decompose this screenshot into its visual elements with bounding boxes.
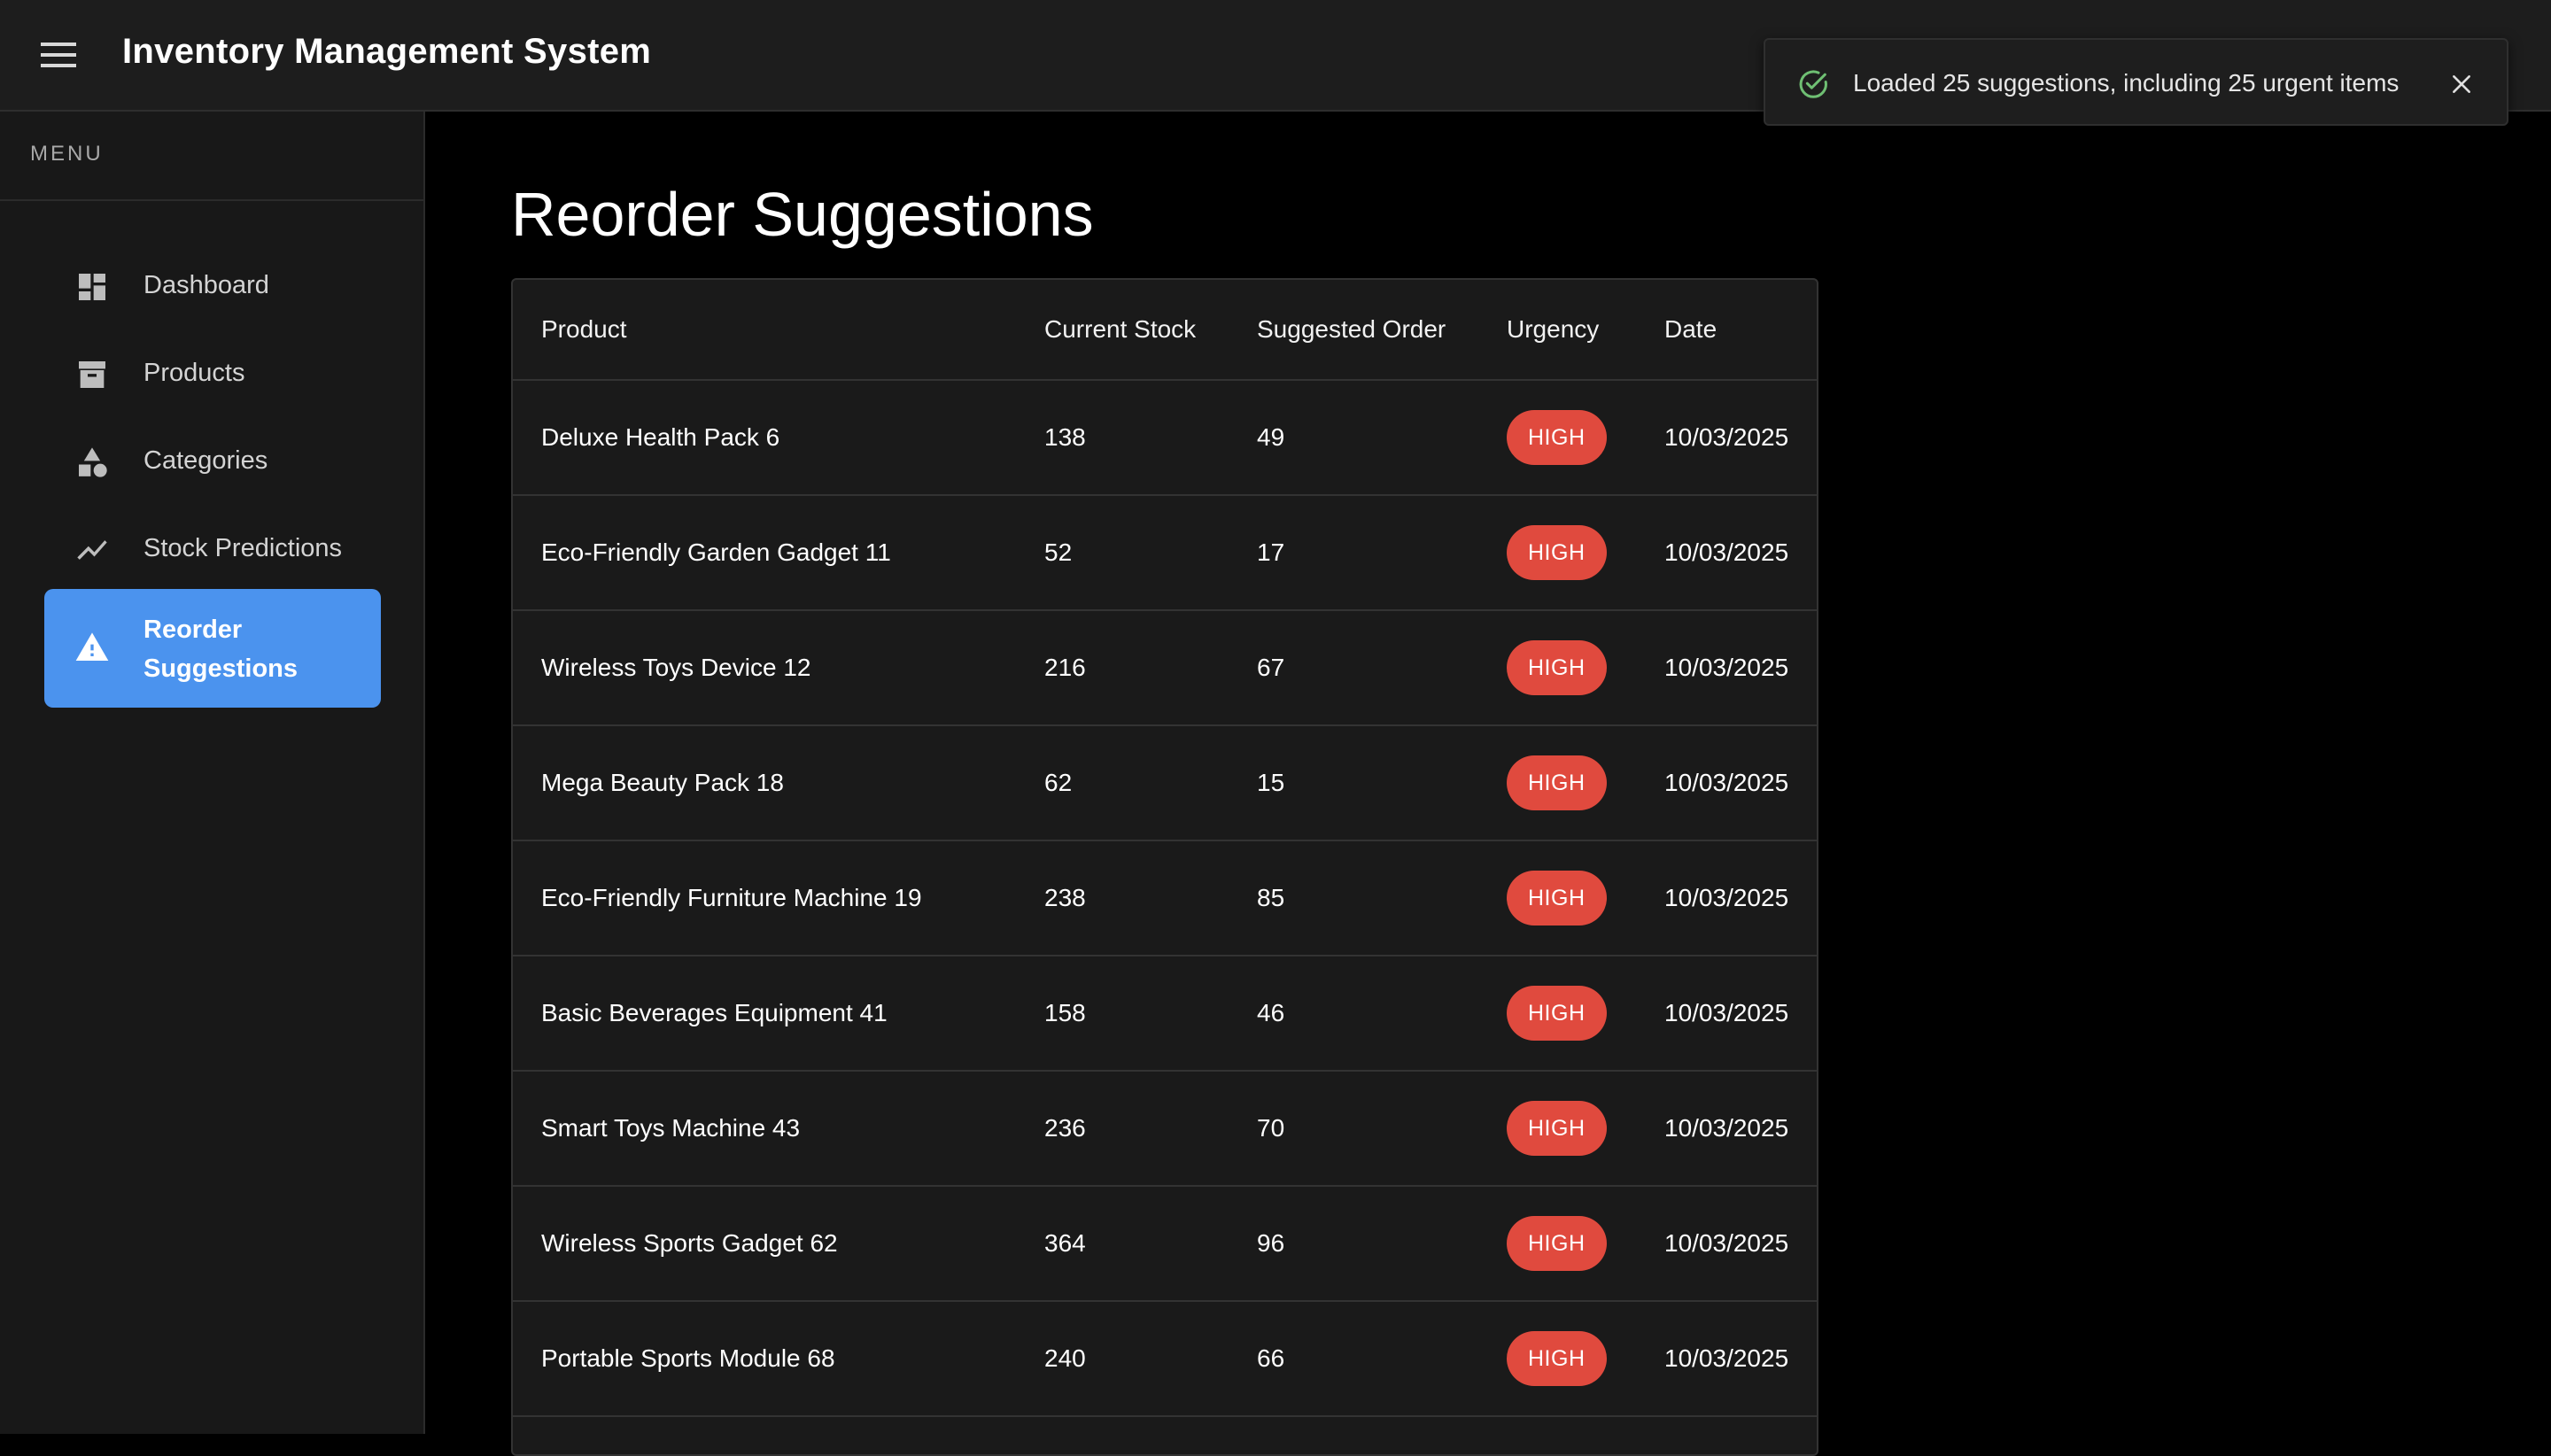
cell-suggested-order: 15 [1229, 725, 1478, 841]
cell-date: 10/03/2025 [1636, 1186, 1817, 1302]
close-icon[interactable] [2442, 65, 2481, 104]
cell-suggested-order: 96 [1229, 1186, 1478, 1302]
trending-line-icon [74, 532, 110, 568]
table-row[interactable]: Eco-Friendly Furniture Machine 19 238 85… [513, 840, 1817, 956]
table-row[interactable]: Portable Sports Module 68 240 66 HIGH 10… [513, 1301, 1817, 1417]
archive-box-icon [74, 357, 110, 392]
cell-current-stock: 364 [1016, 1186, 1229, 1302]
cell-urgency: HIGH [1478, 610, 1636, 726]
cell-urgency: HIGH [1478, 840, 1636, 956]
cell-current-stock: 138 [1016, 380, 1229, 496]
cell-current-stock: 240 [1016, 1301, 1229, 1417]
cell-current-stock: 62 [1016, 725, 1229, 841]
cell-suggested-order: 46 [1229, 956, 1478, 1072]
cell-date: 10/03/2025 [1636, 610, 1817, 726]
cell-current-stock: 158 [1016, 956, 1229, 1072]
sidebar-item-reorder-suggestions[interactable]: Reorder Suggestions [44, 589, 381, 708]
cell-product: Mega Beauty Pack 18 [513, 725, 1016, 841]
sidebar-item-products[interactable]: Products [44, 335, 381, 414]
cell-date: 10/03/2025 [1636, 956, 1817, 1072]
success-toast: Loaded 25 suggestions, including 25 urge… [1764, 38, 2508, 126]
cell-product: Eco-Friendly Garden Gadget 11 [513, 495, 1016, 611]
cell-current-stock: 52 [1016, 495, 1229, 611]
sidebar-item-label: Reorder Suggestions [143, 616, 299, 683]
category-shapes-icon [74, 445, 110, 480]
cell-suggested-order: 49 [1229, 380, 1478, 496]
sidebar-item-label: Dashboard [143, 271, 269, 299]
cell-product: Wireless Toys Device 12 [513, 610, 1016, 726]
table-row[interactable]: Wireless Sports Gadget 62 364 96 HIGH 10… [513, 1186, 1817, 1302]
sidebar-item-dashboard[interactable]: Dashboard [44, 247, 381, 327]
cell-product: Basic Beverages Equipment 41 [513, 956, 1016, 1072]
table-row[interactable]: Basic Beverages Equipment 41 158 46 HIGH… [513, 956, 1817, 1072]
menu-icon[interactable] [27, 28, 90, 81]
urgency-badge: HIGH [1507, 986, 1607, 1041]
table-row[interactable]: Wireless Toys Device 12 216 67 HIGH 10/0… [513, 610, 1817, 726]
cell-suggested-order: 85 [1229, 840, 1478, 956]
urgency-badge: HIGH [1507, 755, 1607, 810]
column-header-suggested-order[interactable]: Suggested Order [1229, 280, 1478, 381]
sidebar-item-label: Stock Predictions [143, 534, 343, 562]
cell-current-stock: 216 [1016, 610, 1229, 726]
urgency-badge: HIGH [1507, 640, 1607, 695]
cell-product: Deluxe Health Pack 6 [513, 380, 1016, 496]
cell-urgency: HIGH [1478, 725, 1636, 841]
cell-urgency: HIGH [1478, 1301, 1636, 1417]
cell-product: Portable Sports Module 68 [513, 1301, 1016, 1417]
sidebar-item-categories[interactable]: Categories [44, 422, 381, 502]
cell-product: Smart Toys Machine 43 [513, 1071, 1016, 1187]
cell-urgency: HIGH [1478, 1186, 1636, 1302]
cell-urgency: HIGH [1478, 956, 1636, 1072]
cell-current-stock: 236 [1016, 1071, 1229, 1187]
table-row[interactable]: Smart Toys Machine 43 236 70 HIGH 10/03/… [513, 1071, 1817, 1187]
cell-date: 10/03/2025 [1636, 495, 1817, 611]
cell-suggested-order: 17 [1229, 495, 1478, 611]
sidebar-item-label: Products [143, 359, 245, 387]
cell-suggested-order: 70 [1229, 1071, 1478, 1187]
urgency-badge: HIGH [1507, 410, 1607, 465]
cell-date: 10/03/2025 [1636, 380, 1817, 496]
toast-message: Loaded 25 suggestions, including 25 urge… [1853, 69, 2400, 97]
dashboard-icon [74, 269, 110, 305]
table-row[interactable]: Eco-Friendly Garden Gadget 11 52 17 HIGH… [513, 495, 1817, 611]
table-row[interactable]: Deluxe Health Pack 6 138 49 HIGH 10/03/2… [513, 380, 1817, 496]
table-row[interactable]: Mega Beauty Pack 18 62 15 HIGH 10/03/202… [513, 725, 1817, 841]
cell-suggested-order: 66 [1229, 1301, 1478, 1417]
column-header-product[interactable]: Product [513, 280, 1016, 381]
column-header-date[interactable]: Date [1636, 280, 1817, 381]
sidebar: MENU Dashboard Products Categories Stock… [0, 112, 425, 1434]
cell-date: 10/03/2025 [1636, 1301, 1817, 1417]
urgency-badge: HIGH [1507, 1216, 1607, 1271]
cell-suggested-order: 67 [1229, 610, 1478, 726]
sidebar-item-stock-predictions[interactable]: Stock Predictions [44, 510, 381, 590]
urgency-badge: HIGH [1507, 871, 1607, 925]
page-title: Reorder Suggestions [511, 180, 1094, 249]
sidebar-divider [0, 199, 423, 201]
check-circle-icon [1795, 66, 1831, 102]
warning-icon [74, 630, 110, 665]
menu-label: MENU [30, 142, 104, 166]
cell-urgency: HIGH [1478, 495, 1636, 611]
urgency-badge: HIGH [1507, 1331, 1607, 1386]
cell-urgency: HIGH [1478, 1071, 1636, 1187]
cell-date: 10/03/2025 [1636, 725, 1817, 841]
cell-product: Eco-Friendly Furniture Machine 19 [513, 840, 1016, 956]
sidebar-item-label: Categories [143, 446, 268, 475]
column-header-urgency[interactable]: Urgency [1478, 280, 1636, 381]
table-header-row: Product Current Stock Suggested Order Ur… [513, 280, 1817, 381]
cell-urgency: HIGH [1478, 380, 1636, 496]
urgency-badge: HIGH [1507, 525, 1607, 580]
cell-product: Wireless Sports Gadget 62 [513, 1186, 1016, 1302]
reorder-table: Product Current Stock Suggested Order Ur… [511, 278, 1818, 1456]
app-title: Inventory Management System [122, 32, 652, 71]
column-header-current-stock[interactable]: Current Stock [1016, 280, 1229, 381]
cell-date: 10/03/2025 [1636, 840, 1817, 956]
urgency-badge: HIGH [1507, 1101, 1607, 1156]
cell-current-stock: 238 [1016, 840, 1229, 956]
cell-date: 10/03/2025 [1636, 1071, 1817, 1187]
